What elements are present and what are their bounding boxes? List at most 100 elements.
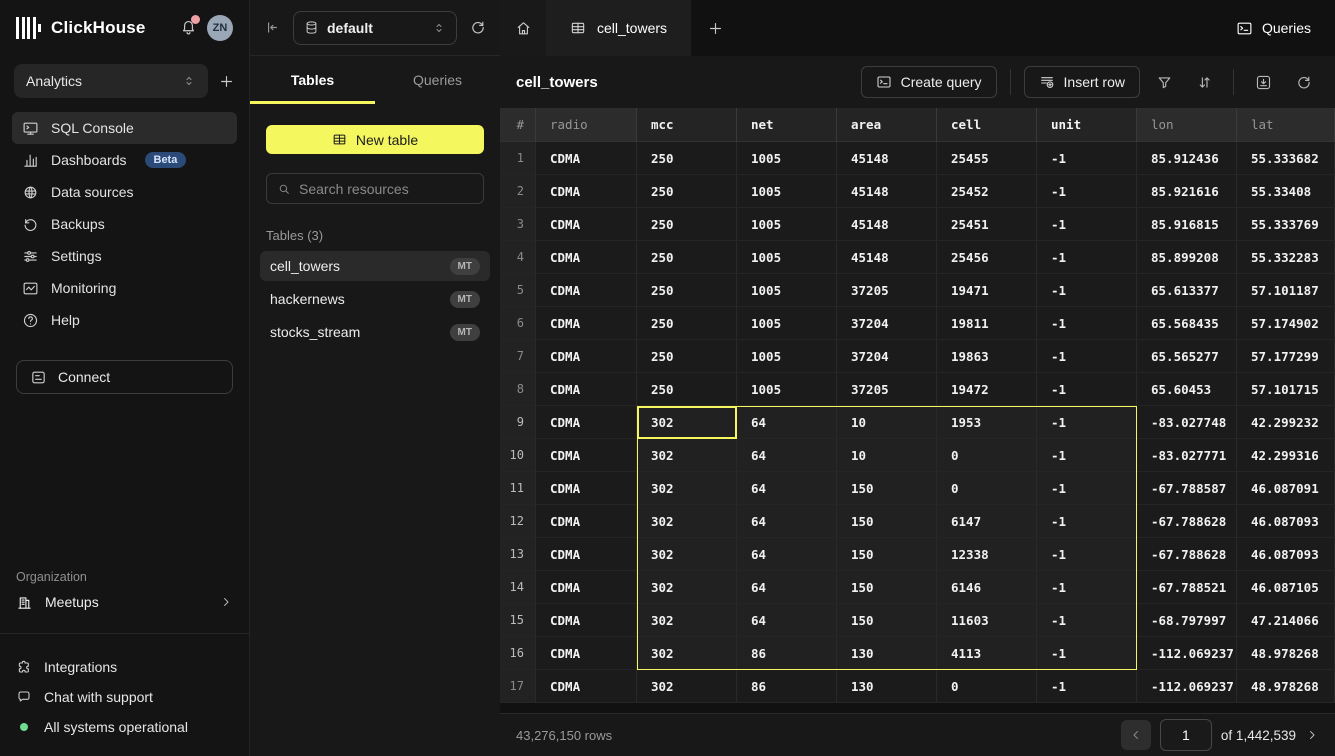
cell-radio[interactable]: CDMA	[536, 439, 637, 472]
cell-unit[interactable]: -1	[1037, 208, 1137, 241]
cell-mcc[interactable]: 302	[637, 670, 737, 703]
table-list-item-cell-towers[interactable]: cell_towersMT	[260, 251, 490, 281]
cell-lon[interactable]: 85.921616	[1137, 175, 1237, 208]
row-number[interactable]: 1	[500, 142, 536, 175]
cell-unit[interactable]: -1	[1037, 538, 1137, 571]
cell-radio[interactable]: CDMA	[536, 670, 637, 703]
column-header-unit[interactable]: unit	[1037, 108, 1137, 142]
cell-radio[interactable]: CDMA	[536, 571, 637, 604]
cell-unit[interactable]: -1	[1037, 175, 1137, 208]
cell-cell[interactable]: 0	[937, 670, 1037, 703]
cell-radio[interactable]: CDMA	[536, 241, 637, 274]
row-number[interactable]: 6	[500, 307, 536, 340]
cell-area[interactable]: 130	[837, 637, 937, 670]
cell-mcc[interactable]: 250	[637, 340, 737, 373]
cell-radio[interactable]: CDMA	[536, 175, 637, 208]
cell-lon[interactable]: 65.60453	[1137, 373, 1237, 406]
cell-cell[interactable]: 0	[937, 439, 1037, 472]
sidebar-item-integrations[interactable]: Integrations	[16, 652, 233, 682]
cell-unit[interactable]: -1	[1037, 670, 1137, 703]
tab-tables[interactable]: Tables	[250, 56, 375, 104]
cell-net[interactable]: 1005	[737, 373, 837, 406]
column-header-net[interactable]: net	[737, 108, 837, 142]
cell-unit[interactable]: -1	[1037, 142, 1137, 175]
collapse-panel-icon[interactable]	[264, 19, 281, 36]
cell-area[interactable]: 37204	[837, 340, 937, 373]
refresh-icon[interactable]	[469, 19, 486, 36]
cell-lat[interactable]: 48.978268	[1237, 637, 1335, 670]
cell-net[interactable]: 64	[737, 439, 837, 472]
cell-mcc[interactable]: 302	[637, 406, 737, 439]
next-page-button[interactable]	[1305, 728, 1319, 742]
cell-cell[interactable]: 19472	[937, 373, 1037, 406]
column-header-lat[interactable]: lat	[1237, 108, 1335, 142]
cell-lat[interactable]: 55.333682	[1237, 142, 1335, 175]
page-number-input[interactable]	[1160, 719, 1212, 751]
cell-net[interactable]: 1005	[737, 208, 837, 241]
cell-mcc[interactable]: 302	[637, 472, 737, 505]
cell-area[interactable]: 150	[837, 571, 937, 604]
cell-cell[interactable]: 0	[937, 472, 1037, 505]
cell-lat[interactable]: 42.299316	[1237, 439, 1335, 472]
cell-cell[interactable]: 12338	[937, 538, 1037, 571]
database-select[interactable]: default	[293, 11, 457, 45]
cell-radio[interactable]: CDMA	[536, 208, 637, 241]
cell-lon[interactable]: -83.027748	[1137, 406, 1237, 439]
search-input[interactable]	[299, 181, 480, 197]
cell-lon[interactable]: -67.788521	[1137, 571, 1237, 604]
cell-radio[interactable]: CDMA	[536, 637, 637, 670]
notifications-bell-icon[interactable]	[180, 18, 197, 38]
cell-mcc[interactable]: 302	[637, 505, 737, 538]
cell-area[interactable]: 37204	[837, 307, 937, 340]
cell-cell[interactable]: 4113	[937, 637, 1037, 670]
cell-lat[interactable]: 46.087093	[1237, 538, 1335, 571]
cell-net[interactable]: 1005	[737, 274, 837, 307]
cell-lat[interactable]: 55.333769	[1237, 208, 1335, 241]
column-header-lon[interactable]: lon	[1137, 108, 1237, 142]
cell-mcc[interactable]: 302	[637, 604, 737, 637]
cell-lat[interactable]: 57.174902	[1237, 307, 1335, 340]
tab-cell-towers[interactable]: cell_towers	[546, 0, 691, 56]
cell-radio[interactable]: CDMA	[536, 340, 637, 373]
row-number[interactable]: 12	[500, 505, 536, 538]
cell-lon[interactable]: 65.613377	[1137, 274, 1237, 307]
cell-mcc[interactable]: 302	[637, 637, 737, 670]
cell-net[interactable]: 86	[737, 637, 837, 670]
sidebar-item-chat-support[interactable]: Chat with support	[16, 682, 233, 712]
cell-unit[interactable]: -1	[1037, 241, 1137, 274]
cell-lat[interactable]: 57.101715	[1237, 373, 1335, 406]
cell-mcc[interactable]: 250	[637, 142, 737, 175]
cell-net[interactable]: 64	[737, 472, 837, 505]
row-number[interactable]: 9	[500, 406, 536, 439]
cell-unit[interactable]: -1	[1037, 472, 1137, 505]
cell-radio[interactable]: CDMA	[536, 373, 637, 406]
cell-unit[interactable]: -1	[1037, 637, 1137, 670]
cell-lon[interactable]: 65.568435	[1137, 307, 1237, 340]
cell-lat[interactable]: 46.087091	[1237, 472, 1335, 505]
cell-net[interactable]: 86	[737, 670, 837, 703]
cell-area[interactable]: 130	[837, 670, 937, 703]
cell-cell[interactable]: 25451	[937, 208, 1037, 241]
cell-cell[interactable]: 19863	[937, 340, 1037, 373]
cell-area[interactable]: 37205	[837, 373, 937, 406]
cell-cell[interactable]: 6147	[937, 505, 1037, 538]
cell-lat[interactable]: 48.978268	[1237, 670, 1335, 703]
row-number[interactable]: 16	[500, 637, 536, 670]
cell-lat[interactable]: 57.177299	[1237, 340, 1335, 373]
cell-area[interactable]: 45148	[837, 241, 937, 274]
cell-radio[interactable]: CDMA	[536, 142, 637, 175]
sidebar-item-dashboards[interactable]: DashboardsBeta	[12, 144, 237, 176]
table-list-item-stocks-stream[interactable]: stocks_streamMT	[260, 317, 490, 347]
cell-lon[interactable]: -83.027771	[1137, 439, 1237, 472]
tab-queries[interactable]: Queries	[375, 56, 500, 104]
sidebar-item-help[interactable]: Help	[12, 304, 237, 336]
cell-area[interactable]: 150	[837, 505, 937, 538]
cell-lon[interactable]: -67.788628	[1137, 505, 1237, 538]
cell-area[interactable]: 10	[837, 406, 937, 439]
cell-unit[interactable]: -1	[1037, 505, 1137, 538]
row-number[interactable]: 15	[500, 604, 536, 637]
cell-unit[interactable]: -1	[1037, 340, 1137, 373]
sidebar-item-sql-console[interactable]: SQL Console	[12, 112, 237, 144]
cell-lon[interactable]: -67.788587	[1137, 472, 1237, 505]
row-number[interactable]: 5	[500, 274, 536, 307]
